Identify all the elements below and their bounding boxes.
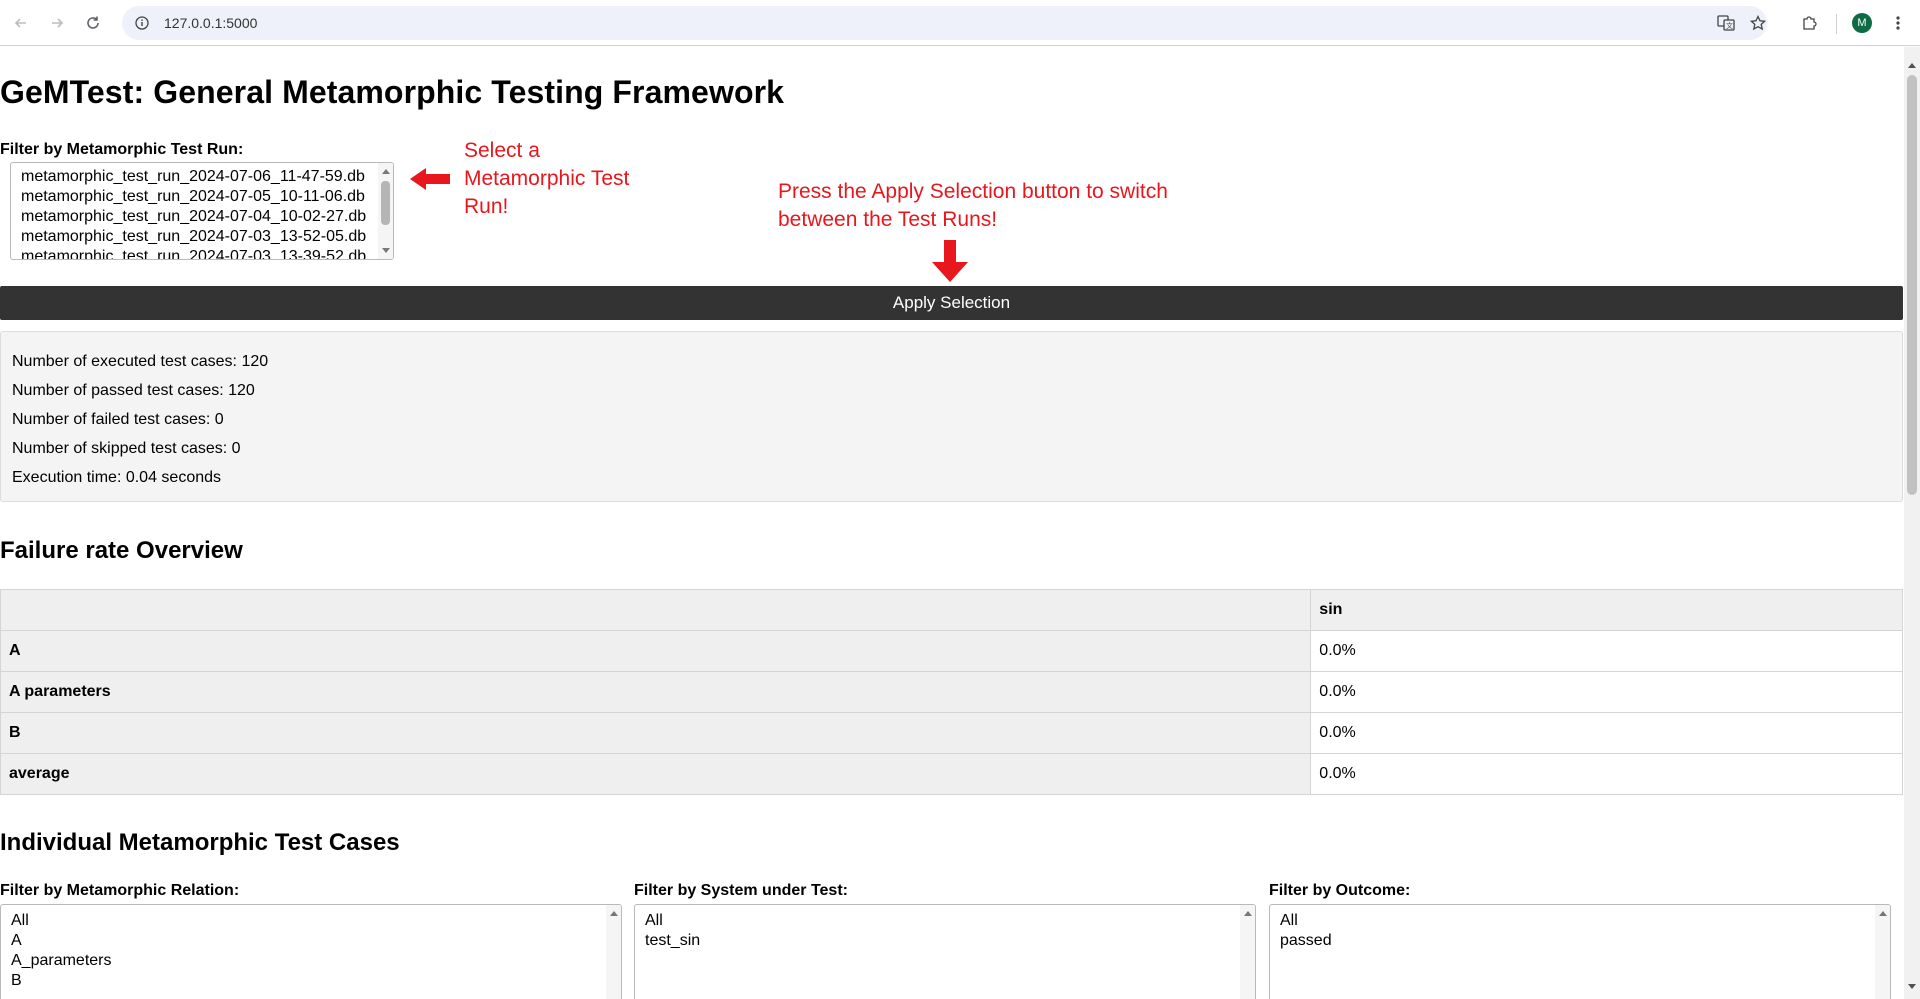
row-value: 0.0% [1310, 712, 1903, 754]
browser-menu-icon[interactable] [1884, 10, 1912, 36]
outcome-option[interactable]: passed [1270, 931, 1890, 951]
run-option[interactable]: metamorphic_test_run_2024-07-05_10-11-06… [11, 187, 393, 207]
table-header-cell: sin [1310, 589, 1903, 631]
execution-time: Execution time: 0.04 seconds [12, 469, 222, 486]
listbox-scrollbar[interactable] [378, 163, 393, 259]
sut-filter-label: Filter by System under Test: [634, 882, 848, 899]
failure-overview-heading: Failure rate Overview [0, 537, 243, 564]
table-header-cell [0, 589, 1312, 631]
row-value: 0.0% [1310, 630, 1903, 672]
select-run-hint: Select a Metamorphic Test Run! [464, 139, 630, 218]
table-row: B 0.0% [0, 712, 1903, 754]
table-row: average 0.0% [0, 753, 1903, 795]
individual-cases-heading: Individual Metamorphic Test Cases [0, 829, 400, 856]
forward-arrow-icon[interactable] [44, 10, 70, 36]
apply-selection-hint: Press the Apply Selection button to swit… [778, 180, 1168, 231]
toolbar-divider [1836, 14, 1837, 34]
avatar: M [1852, 13, 1872, 33]
row-label: B [0, 712, 1312, 754]
mr-option[interactable]: B [1, 971, 621, 991]
reload-icon[interactable] [80, 10, 106, 36]
table-row: A parameters 0.0% [0, 671, 1903, 713]
bookmark-star-icon[interactable] [1744, 6, 1772, 40]
skipped-count: Number of skipped test cases: 0 [12, 440, 241, 457]
executed-count: Number of executed test cases: 120 [12, 353, 269, 370]
run-option[interactable]: metamorphic_test_run_2024-07-03_13-52-05… [11, 227, 393, 247]
address-bar[interactable]: 127.0.0.1:5000 文 [122, 6, 1767, 40]
svg-text:文: 文 [1726, 21, 1733, 30]
profile-avatar[interactable]: M [1848, 10, 1876, 36]
sut-select-listbox[interactable]: All test_sin [634, 904, 1256, 999]
apply-selection-button[interactable]: Apply Selection [0, 286, 1903, 320]
failure-rate-table: sin A 0.0% A parameters 0.0% B 0.0% aver… [0, 589, 1903, 795]
mr-filter-label: Filter by Metamorphic Relation: [0, 882, 240, 899]
listbox-scrollbar[interactable] [606, 905, 621, 999]
browser-toolbar: 127.0.0.1:5000 文 M [0, 0, 1920, 46]
outcome-filter-label: Filter by Outcome: [1269, 882, 1411, 899]
test-summary-panel: Number of executed test cases: 120 Numbe… [0, 331, 1903, 502]
page-scrollbar[interactable] [1904, 47, 1920, 999]
run-filter-label: Filter by Metamorphic Test Run: [0, 141, 244, 158]
mr-option[interactable]: All [1, 911, 621, 931]
sut-option[interactable]: All [635, 911, 1255, 931]
run-option[interactable]: metamorphic_test_run_2024-07-06_11-47-59… [11, 167, 393, 187]
sut-option[interactable]: test_sin [635, 931, 1255, 951]
translate-icon[interactable]: 文 [1712, 6, 1740, 40]
outcome-select-listbox[interactable]: All passed [1269, 904, 1891, 999]
mr-option[interactable]: A [1, 931, 621, 951]
row-value: 0.0% [1310, 671, 1903, 713]
row-label: A parameters [0, 671, 1312, 713]
site-info-icon[interactable] [130, 16, 154, 30]
outcome-option[interactable]: All [1270, 911, 1890, 931]
scrollbar-thumb[interactable] [1907, 75, 1917, 495]
listbox-scrollbar[interactable] [1875, 905, 1890, 999]
back-arrow-icon[interactable] [8, 10, 34, 36]
page-content: GeMTest: General Metamorphic Testing Fra… [0, 47, 1904, 999]
table-row: A 0.0% [0, 630, 1903, 672]
down-arrow-icon [932, 240, 968, 282]
table-header-row: sin [0, 589, 1903, 631]
left-arrow-icon [410, 168, 450, 190]
extensions-puzzle-icon[interactable] [1795, 10, 1823, 36]
url-text: 127.0.0.1:5000 [164, 15, 258, 31]
run-select-listbox[interactable]: metamorphic_test_run_2024-07-06_11-47-59… [10, 162, 394, 260]
passed-count: Number of passed test cases: 120 [12, 382, 255, 399]
run-option[interactable]: metamorphic_test_run_2024-07-04_10-02-27… [11, 207, 393, 227]
listbox-scrollbar[interactable] [1240, 905, 1255, 999]
row-label: average [0, 753, 1312, 795]
row-value: 0.0% [1310, 753, 1903, 795]
run-option[interactable]: metamorphic_test_run_2024-07-03_13-39-52… [11, 247, 393, 259]
mr-option[interactable]: A_parameters [1, 951, 621, 971]
failed-count: Number of failed test cases: 0 [12, 411, 224, 428]
mr-select-listbox[interactable]: All A A_parameters B [0, 904, 622, 999]
page-title: GeMTest: General Metamorphic Testing Fra… [0, 74, 785, 110]
row-label: A [0, 630, 1312, 672]
